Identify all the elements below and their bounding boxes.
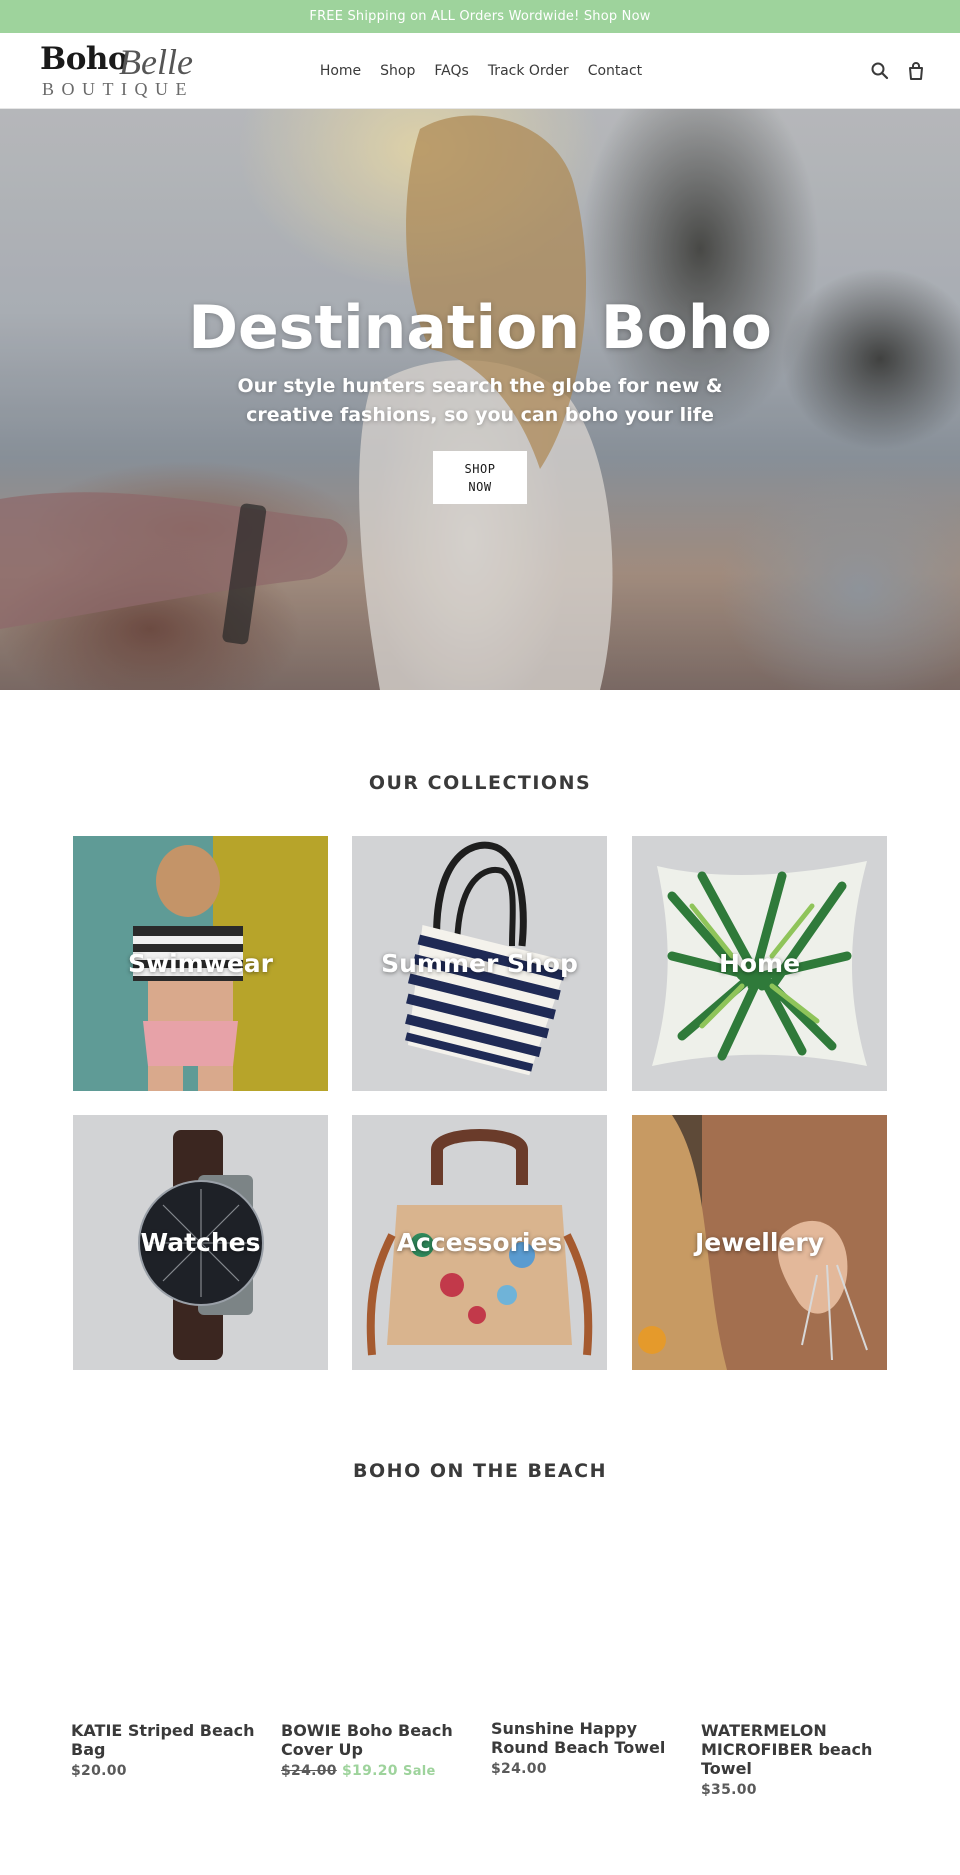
nav-faqs[interactable]: FAQs <box>434 63 468 79</box>
product-price: $35.00 <box>701 1782 757 1798</box>
collection-title: Swimwear <box>128 949 273 978</box>
product-card[interactable]: WATERMELON MICROFIBER beach Towel $35.00 <box>701 1721 886 1798</box>
product-title[interactable]: Sunshine Happy Round Beach Towel <box>491 1719 676 1757</box>
collection-title: Watches <box>140 1228 261 1257</box>
product-title[interactable]: WATERMELON MICROFIBER beach Towel <box>701 1721 886 1778</box>
product-sale-price: $19.20 <box>342 1763 398 1779</box>
announcement-bar[interactable]: FREE Shipping on ALL Orders Wordwide! Sh… <box>0 0 960 33</box>
nav-shop[interactable]: Shop <box>380 63 415 79</box>
product-price: $24.00 <box>491 1761 547 1777</box>
shop-now-button[interactable]: SHOP NOW <box>433 451 527 504</box>
nav-contact[interactable]: Contact <box>588 63 642 79</box>
collection-summer-shop[interactable]: Summer Shop <box>352 836 607 1091</box>
nav-track-order[interactable]: Track Order <box>488 63 569 79</box>
featured-heading: BOHO ON THE BEACH <box>353 1460 607 1482</box>
product-title[interactable]: BOWIE Boho Beach Cover Up <box>281 1721 466 1759</box>
product-card[interactable]: KATIE Striped Beach Bag $20.00 <box>71 1721 256 1779</box>
sale-badge: Sale <box>403 1764 436 1779</box>
collection-title: Jewellery <box>694 1228 825 1257</box>
collection-swimwear[interactable]: Swimwear <box>73 836 328 1091</box>
collections-heading: OUR COLLECTIONS <box>368 772 592 794</box>
product-card[interactable]: Sunshine Happy Round Beach Towel $24.00 <box>491 1719 676 1777</box>
search-icon[interactable] <box>869 60 891 82</box>
collection-accessories[interactable]: Accessories <box>352 1115 607 1370</box>
collection-watches[interactable]: Watches <box>73 1115 328 1370</box>
collection-home[interactable]: Home <box>632 836 887 1091</box>
nav-home[interactable]: Home <box>320 63 361 79</box>
site-header: Boho Belle BOUTIQUE Home Shop FAQs Track… <box>0 33 960 109</box>
collection-title: Home <box>718 949 801 978</box>
product-card[interactable]: BOWIE Boho Beach Cover Up $24.00 $19.20 … <box>281 1721 466 1779</box>
announcement-text[interactable]: FREE Shipping on ALL Orders Wordwide! Sh… <box>309 9 650 24</box>
product-price: $24.00 $19.20 Sale <box>281 1763 466 1779</box>
main-nav: Home Shop FAQs Track Order Contact <box>0 33 960 109</box>
cart-icon[interactable] <box>905 60 927 82</box>
hero-title: Destination Boho <box>188 293 772 363</box>
product-title[interactable]: KATIE Striped Beach Bag <box>71 1721 256 1759</box>
hero-content: Destination Boho Our style hunters searc… <box>0 109 960 690</box>
product-price: $20.00 <box>71 1763 127 1779</box>
hero-banner: Destination Boho Our style hunters searc… <box>0 109 960 690</box>
collection-jewellery[interactable]: Jewellery <box>632 1115 887 1370</box>
hero-subtitle: Our style hunters search the globe for n… <box>237 375 723 426</box>
collection-title: Accessories <box>396 1228 563 1257</box>
collection-title: Summer Shop <box>381 949 578 978</box>
product-old-price: $24.00 <box>281 1763 337 1779</box>
